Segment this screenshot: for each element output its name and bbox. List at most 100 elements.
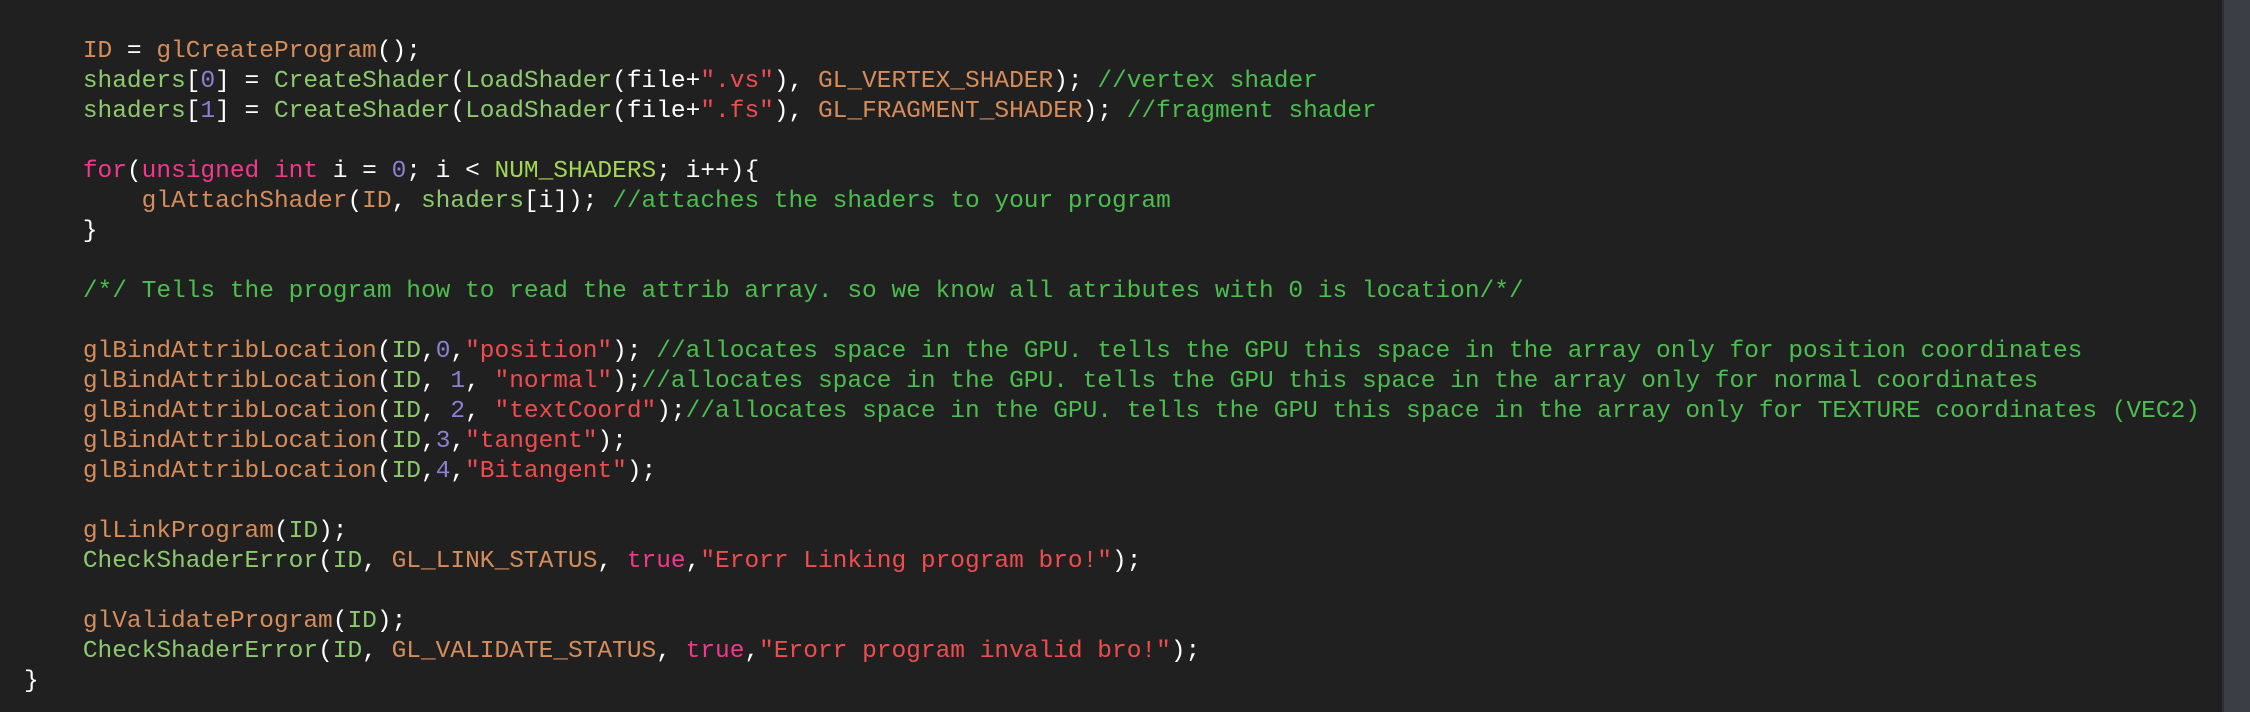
code-line[interactable]: glBindAttribLocation(ID, 2, "textCoord")… bbox=[24, 397, 2200, 427]
function-token: glBindAttribLocation bbox=[82, 398, 377, 425]
identifier-token: ID bbox=[391, 368, 421, 395]
function-token: glValidateProgram bbox=[82, 608, 333, 635]
code-editor[interactable]: ID = glCreateProgram(); shaders[0] = Cre… bbox=[0, 0, 2222, 712]
function-token: glCreateProgram bbox=[156, 38, 377, 65]
code-line[interactable]: glBindAttribLocation(ID, 1, "normal");//… bbox=[24, 367, 2200, 397]
number-literal: 3 bbox=[435, 428, 451, 455]
code-line[interactable] bbox=[24, 307, 2200, 337]
code-line[interactable]: glBindAttribLocation(ID,0,"position"); /… bbox=[24, 337, 2200, 367]
code-text: [ bbox=[185, 68, 201, 95]
code-line[interactable]: glBindAttribLocation(ID,3,"tangent"); bbox=[24, 427, 2200, 457]
code-line[interactable]: /*/ Tells the program how to read the at… bbox=[24, 277, 2200, 307]
code-line[interactable] bbox=[24, 0, 2200, 7]
number-literal: 0 bbox=[435, 338, 451, 365]
identifier-token: LoadShader bbox=[465, 68, 613, 95]
comment-token: /*/ Tells the program how to read the at… bbox=[82, 278, 1524, 305]
code-text: (file+ bbox=[612, 68, 701, 95]
function-token: glBindAttribLocation bbox=[82, 458, 377, 485]
code-text: ), bbox=[773, 68, 818, 95]
keyword-token: true bbox=[626, 548, 686, 575]
function-token: glBindAttribLocation bbox=[82, 338, 377, 365]
function-token: ID bbox=[362, 188, 392, 215]
code-text: i = bbox=[318, 158, 392, 185]
code-text: ); bbox=[1170, 638, 1201, 665]
identifier-token: shaders bbox=[82, 68, 186, 95]
code-text: ); bbox=[1053, 68, 1098, 95]
function-token: glBindAttribLocation bbox=[82, 368, 377, 395]
code-text: ); bbox=[656, 398, 686, 425]
comment-token: //fragment shader bbox=[1126, 98, 1377, 125]
code-text: ( bbox=[332, 608, 348, 635]
identifier-token: shaders bbox=[420, 188, 524, 215]
code-text: ( bbox=[376, 428, 392, 455]
code-line[interactable]: CheckShaderError(ID, GL_LINK_STATUS, tru… bbox=[24, 547, 2200, 577]
number-literal: 0 bbox=[391, 158, 407, 185]
code-line[interactable]: shaders[1] = CreateShader(LoadShader(fil… bbox=[24, 97, 2200, 127]
code-line[interactable]: for(unsigned int i = 0; i < NUM_SHADERS;… bbox=[24, 157, 2200, 187]
number-literal: 4 bbox=[435, 458, 451, 485]
vertical-scrollbar[interactable] bbox=[2222, 0, 2250, 712]
comment-token: //allocates space in the GPU. tells the … bbox=[656, 338, 2083, 365]
code-text: [i]); bbox=[523, 188, 613, 215]
code-text: ( bbox=[318, 638, 333, 665]
comment-token: //allocates space in the GPU. tells the … bbox=[685, 398, 2200, 425]
comment-token: //allocates space in the GPU. tells the … bbox=[641, 368, 2039, 395]
identifier-token: CreateShader bbox=[273, 68, 451, 95]
identifier-token: ID bbox=[332, 548, 363, 575]
code-line[interactable]: shaders[0] = CreateShader(LoadShader(fil… bbox=[24, 67, 2200, 97]
code-line[interactable] bbox=[24, 7, 2200, 37]
code-text: [ bbox=[185, 98, 201, 125]
code-text: , bbox=[420, 458, 436, 485]
function-token: GL_VALIDATE_STATUS bbox=[391, 638, 657, 665]
code-text: = bbox=[112, 38, 157, 65]
code-text: , bbox=[656, 638, 686, 665]
code-line[interactable]: } bbox=[24, 217, 2200, 247]
string-literal: "Erorr Linking program bro!" bbox=[700, 548, 1113, 575]
function-token: ID bbox=[82, 38, 113, 65]
code-text: ); bbox=[376, 608, 407, 635]
code-line[interactable] bbox=[24, 577, 2200, 607]
code-line[interactable]: ID = glCreateProgram(); bbox=[24, 37, 2200, 67]
code-text: , bbox=[450, 338, 466, 365]
code-line[interactable]: glBindAttribLocation(ID,4,"Bitangent"); bbox=[24, 457, 2200, 487]
macro-token: NUM_SHADERS bbox=[494, 158, 657, 185]
code-text: (); bbox=[376, 38, 421, 65]
code-text: ( bbox=[376, 398, 392, 425]
code-text: , bbox=[465, 398, 495, 425]
code-line[interactable]: CheckShaderError(ID, GL_VALIDATE_STATUS,… bbox=[24, 637, 2200, 667]
comment-token: //attaches the shaders to your program bbox=[612, 188, 1171, 215]
identifier-token: ID bbox=[347, 608, 377, 635]
code-line[interactable]: glLinkProgram(ID); bbox=[24, 517, 2200, 547]
function-token: glLinkProgram bbox=[82, 518, 274, 545]
comment-token: //vertex shader bbox=[1097, 68, 1318, 95]
code-line[interactable] bbox=[24, 127, 2200, 157]
code-text: ( bbox=[376, 368, 392, 395]
code-line[interactable]: glAttachShader(ID, shaders[i]); //attach… bbox=[24, 187, 2200, 217]
code-text: , bbox=[420, 338, 436, 365]
code-text-area[interactable]: ID = glCreateProgram(); shaders[0] = Cre… bbox=[24, 0, 2200, 697]
code-line[interactable] bbox=[24, 487, 2200, 517]
function-token: GL_FRAGMENT_SHADER bbox=[817, 98, 1083, 125]
string-literal: "position" bbox=[465, 338, 613, 365]
keyword-token: unsigned int bbox=[141, 158, 319, 185]
code-text: ( bbox=[450, 68, 466, 95]
code-line[interactable] bbox=[24, 247, 2200, 277]
identifier-token: CreateShader bbox=[273, 98, 451, 125]
string-literal: "Erorr program invalid bro!" bbox=[759, 638, 1171, 665]
code-text: ( bbox=[450, 98, 466, 125]
string-literal: "normal" bbox=[494, 368, 613, 395]
code-text: , bbox=[420, 428, 436, 455]
code-line[interactable]: glValidateProgram(ID); bbox=[24, 607, 2200, 637]
code-line[interactable]: } bbox=[24, 667, 2200, 697]
code-text: ); bbox=[318, 518, 348, 545]
code-text: , bbox=[420, 368, 451, 395]
